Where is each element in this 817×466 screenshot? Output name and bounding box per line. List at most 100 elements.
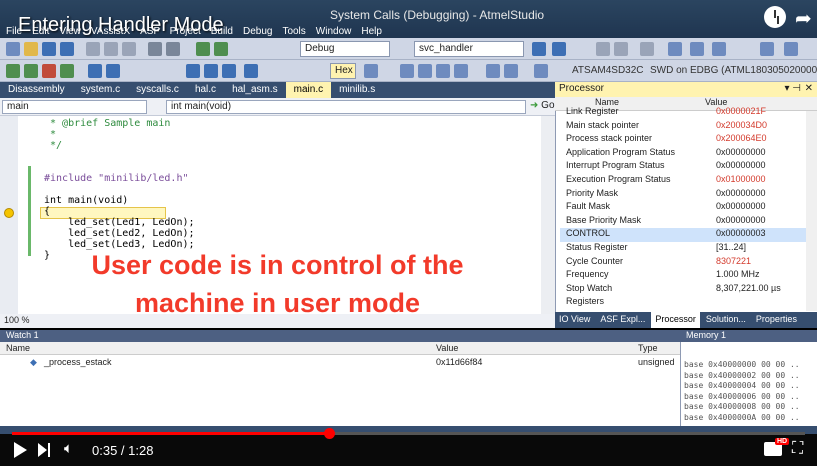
tab-processor[interactable]: Processor: [651, 312, 700, 328]
register-row[interactable]: Frequency 1.000 MHz: [560, 269, 808, 283]
share-icon[interactable]: ➦: [795, 6, 812, 31]
menu-item-window[interactable]: Window: [316, 26, 352, 38]
register-row[interactable]: Interrupt Program Status 0x00000000: [560, 160, 808, 174]
run-to-cursor-icon[interactable]: [244, 64, 258, 78]
scope-combo[interactable]: main: [2, 100, 147, 114]
tab-hal-c[interactable]: hal.c: [187, 82, 224, 98]
cut-icon[interactable]: [86, 42, 100, 56]
show-next-statement-icon[interactable]: [106, 64, 120, 78]
memory-row[interactable]: base 0x4000000A 00 00 ..: [684, 413, 800, 422]
pin-icon[interactable]: ▾ ⊣: [784, 83, 801, 94]
tab-asf-expl[interactable]: ASF Expl...: [596, 312, 649, 328]
disassembly-icon[interactable]: [400, 64, 414, 78]
close-icon[interactable]: ✕: [805, 83, 813, 94]
memory-row[interactable]: base 0x40000000 00 00 ..: [684, 360, 800, 369]
register-row[interactable]: CONTROL 0x00000003: [560, 228, 808, 243]
watch-col-type[interactable]: Type: [638, 343, 658, 353]
hex-toggle-button[interactable]: Hex: [330, 63, 356, 79]
fullscreen-icon[interactable]: ⛶: [792, 440, 803, 458]
menu-item-file[interactable]: File: [6, 26, 22, 38]
build-icon[interactable]: [196, 42, 210, 56]
extensions-icon[interactable]: [784, 42, 798, 56]
redo-icon[interactable]: [166, 42, 180, 56]
watch-col-value[interactable]: Value: [436, 343, 458, 353]
save-icon[interactable]: [42, 42, 56, 56]
outdent-icon[interactable]: [614, 42, 628, 56]
play-icon[interactable]: [14, 442, 27, 458]
bookmark-icon[interactable]: [668, 42, 682, 56]
save-all-icon[interactable]: [60, 42, 74, 56]
clock-icon[interactable]: [764, 6, 786, 28]
register-row[interactable]: Link Register 0x0000021F: [560, 106, 808, 120]
zoom-level[interactable]: 100 %: [4, 315, 30, 325]
processor-scrollbar[interactable]: [806, 111, 817, 311]
solution-explorer-icon[interactable]: [552, 42, 566, 56]
register-row[interactable]: Registers: [560, 296, 808, 310]
editor-scrollbar[interactable]: [541, 116, 555, 314]
next-icon[interactable]: [38, 443, 52, 457]
processor-view-icon[interactable]: [486, 64, 500, 78]
menu-item-build[interactable]: Build: [211, 26, 233, 38]
tab-hal-asm-s[interactable]: hal_asm.s: [224, 82, 286, 98]
indent-icon[interactable]: [596, 42, 610, 56]
menu-item-project[interactable]: Project: [170, 26, 201, 38]
watch-row[interactable]: ◆ _process_estack 0x11d66f84 unsigned: [0, 356, 680, 369]
memory-row[interactable]: base 0x40000006 00 00 ..: [684, 392, 800, 401]
go-button[interactable]: ➜ Go: [530, 100, 555, 111]
stop-debug-icon[interactable]: [42, 64, 56, 78]
menu-item-asf[interactable]: ASF: [140, 26, 159, 38]
menu-item-debug[interactable]: Debug: [243, 26, 272, 38]
restart-icon[interactable]: [60, 64, 74, 78]
menu-item-tools[interactable]: Tools: [282, 26, 305, 38]
open-file-icon[interactable]: [24, 42, 38, 56]
comment-icon[interactable]: [640, 42, 654, 56]
progress-knob[interactable]: [324, 428, 335, 439]
tab-main-c[interactable]: main.c: [285, 82, 332, 98]
tab-syscalls-c[interactable]: syscalls.c: [128, 82, 187, 98]
configuration-combo[interactable]: Debug: [300, 41, 390, 57]
new-project-icon[interactable]: [6, 42, 20, 56]
watch-col-name[interactable]: Name: [6, 343, 30, 353]
find-icon[interactable]: [532, 42, 546, 56]
menu-item-view[interactable]: View: [59, 26, 81, 38]
function-combo[interactable]: svc_handler: [414, 41, 524, 57]
register-row[interactable]: Fault Mask 0x00000000: [560, 201, 808, 215]
step-into-icon[interactable]: [186, 64, 200, 78]
start-debug-icon[interactable]: [214, 42, 228, 56]
menu-item-edit[interactable]: Edit: [32, 26, 49, 38]
next-bookmark-icon[interactable]: [690, 42, 704, 56]
breakpoints-icon[interactable]: [364, 64, 378, 78]
register-row[interactable]: Stop Watch 8,307,221.00 µs: [560, 283, 808, 297]
tab-system-c[interactable]: system.c: [73, 82, 128, 98]
register-row[interactable]: Execution Program Status 0x01000000: [560, 174, 808, 188]
register-row[interactable]: Main stack pointer 0x200034D0: [560, 120, 808, 134]
tab-io-view[interactable]: IO View: [555, 312, 594, 328]
tab-disassembly[interactable]: Disassembly: [0, 82, 73, 98]
continue-icon[interactable]: [6, 64, 20, 78]
memory-row[interactable]: base 0x40000004 00 00 ..: [684, 381, 800, 390]
tab-solution[interactable]: Solution...: [702, 312, 750, 328]
device-label[interactable]: ATSAM4SD32C: [572, 65, 644, 76]
device-programming-icon[interactable]: [760, 42, 774, 56]
paste-icon[interactable]: [122, 42, 136, 56]
memory-row[interactable]: base 0x40000002 00 00 ..: [684, 371, 800, 380]
tab-properties[interactable]: Properties: [752, 312, 801, 328]
register-row[interactable]: Status Register [31..24]: [560, 242, 808, 256]
memory-row[interactable]: base 0x40000008 00 00 ..: [684, 402, 800, 411]
volume-icon[interactable]: 🔈︎: [64, 440, 73, 457]
menu-item-vassistx[interactable]: VAssistX: [91, 26, 130, 38]
step-out-icon[interactable]: [222, 64, 236, 78]
member-combo[interactable]: int main(void): [166, 100, 526, 114]
io-view-icon[interactable]: [504, 64, 518, 78]
copy-icon[interactable]: [104, 42, 118, 56]
memory-window-icon[interactable]: [418, 64, 432, 78]
watch-window-icon[interactable]: [436, 64, 450, 78]
start-without-debug-icon[interactable]: [24, 64, 38, 78]
undo-icon[interactable]: [148, 42, 162, 56]
register-row[interactable]: Base Priority Mask 0x00000000: [560, 215, 808, 229]
register-row[interactable]: Process stack pointer 0x200064E0: [560, 133, 808, 147]
menu-item-help[interactable]: Help: [361, 26, 382, 38]
tab-minilib-s[interactable]: minilib.s: [331, 82, 383, 98]
debug-tool-label[interactable]: SWD on EDBG (ATML1803050200006373): [650, 65, 817, 76]
register-row[interactable]: Priority Mask 0x00000000: [560, 188, 808, 202]
